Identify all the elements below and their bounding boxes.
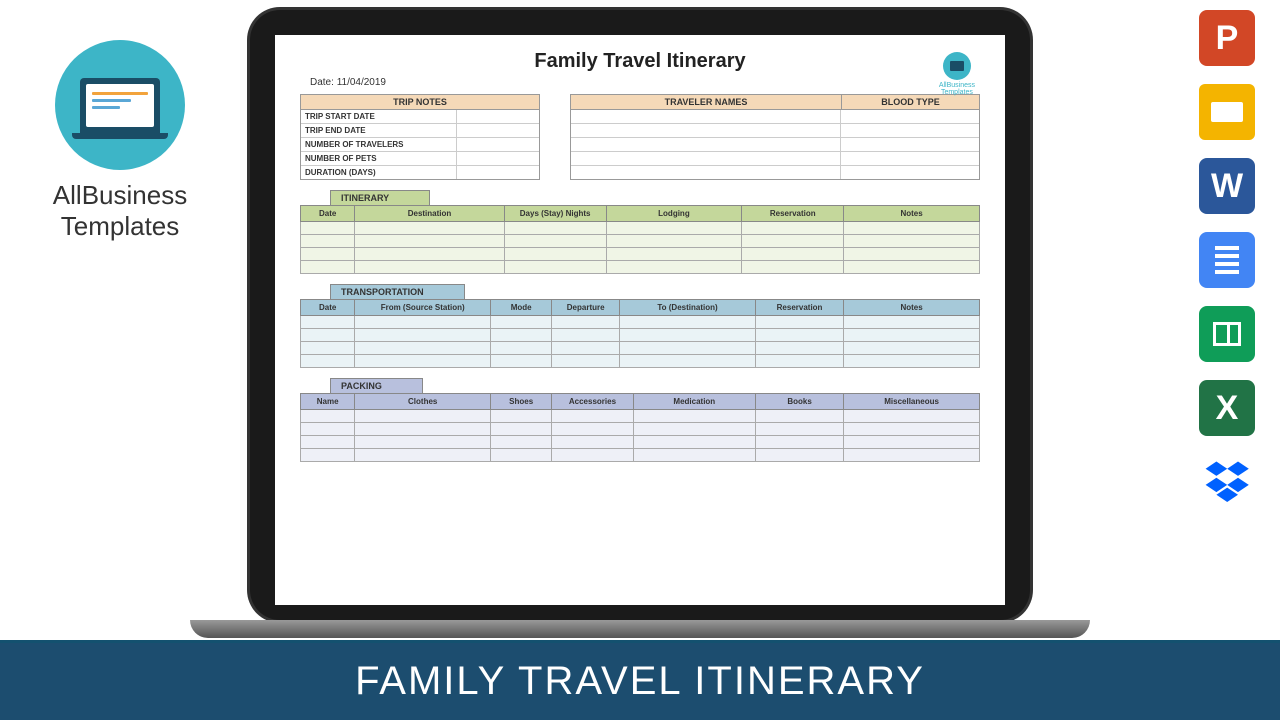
brand-logo: AllBusinessTemplates xyxy=(30,40,210,242)
google-docs-icon xyxy=(1199,232,1255,288)
travelers-block: TRAVELER NAMES BLOOD TYPE xyxy=(570,94,980,180)
google-slides-icon xyxy=(1199,84,1255,140)
excel-icon: X xyxy=(1199,380,1255,436)
doc-date: Date: 11/04/2019 xyxy=(310,77,980,88)
brand-logo-circle xyxy=(55,40,185,170)
blood-type-header: BLOOD TYPE xyxy=(842,95,979,110)
packing-title: PACKING xyxy=(330,378,423,393)
itinerary-table: Date Destination Days (Stay) Nights Lodg… xyxy=(300,205,980,274)
banner-title: FAMILY TRAVEL ITINERARY xyxy=(355,659,925,704)
google-sheets-icon xyxy=(1199,306,1255,362)
packing-section: PACKING Name Clothes Shoes Accessories M… xyxy=(300,378,980,462)
transportation-title: TRANSPORTATION xyxy=(330,284,465,299)
word-icon: W xyxy=(1199,158,1255,214)
packing-table: Name Clothes Shoes Accessories Medicatio… xyxy=(300,393,980,462)
trip-notes-block: TRIP NOTES TRIP START DATE TRIP END DATE… xyxy=(300,94,540,180)
bottom-banner: FAMILY TRAVEL ITINERARY xyxy=(0,640,1280,720)
traveler-names-header: TRAVELER NAMES xyxy=(571,95,842,110)
transportation-table: Date From (Source Station) Mode Departur… xyxy=(300,299,980,368)
itinerary-title: ITINERARY xyxy=(330,190,430,205)
powerpoint-icon: P xyxy=(1199,10,1255,66)
format-icons-column: P W X xyxy=(1199,10,1255,510)
document-preview: Family Travel Itinerary AllBusinessTempl… xyxy=(275,35,1005,605)
transportation-section: TRANSPORTATION Date From (Source Station… xyxy=(300,284,980,368)
doc-title: Family Travel Itinerary xyxy=(300,50,980,73)
dropbox-icon xyxy=(1199,454,1255,510)
brand-logo-text: AllBusinessTemplates xyxy=(30,180,210,242)
laptop-mockup: Family Travel Itinerary AllBusinessTempl… xyxy=(250,10,1030,638)
doc-mini-logo: AllBusinessTemplates xyxy=(939,52,975,96)
trip-notes-header: TRIP NOTES xyxy=(301,95,539,110)
laptop-base xyxy=(190,620,1090,638)
itinerary-section: ITINERARY Date Destination Days (Stay) N… xyxy=(300,190,980,274)
